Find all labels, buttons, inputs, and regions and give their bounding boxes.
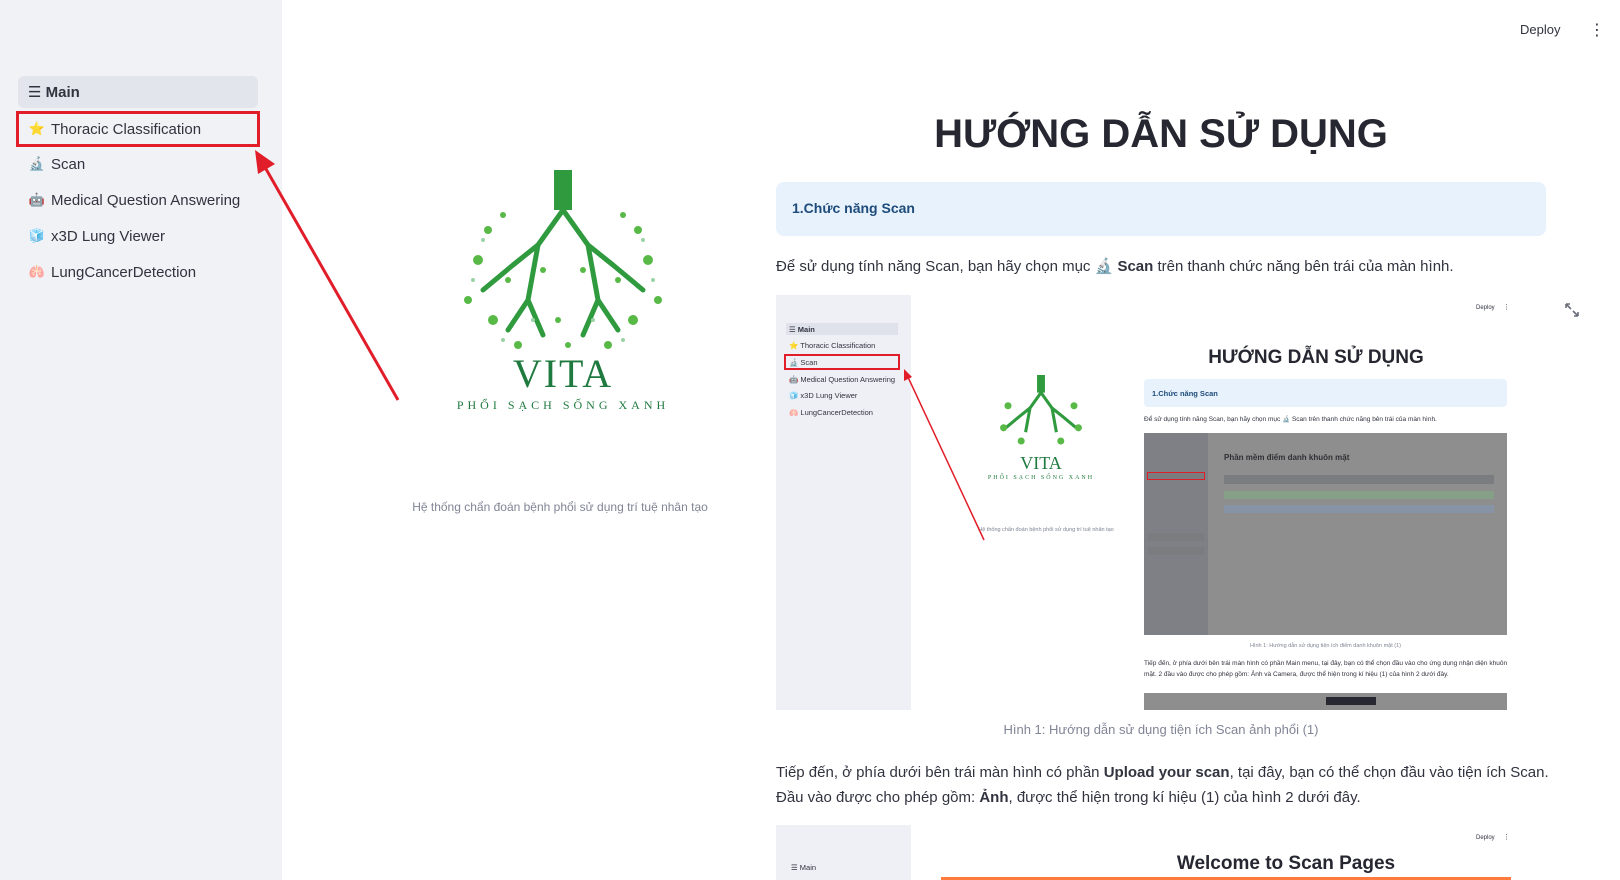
robot-icon: 🤖 — [28, 192, 46, 207]
para-bold: Scan — [1117, 258, 1154, 275]
sidebar-item-label: x3D Lung Viewer — [51, 227, 165, 245]
sidebar-item-label: Thoracic Classification — [51, 120, 202, 138]
sidebar-item-main[interactable]: ☰ Main — [18, 76, 258, 108]
figure-deploy: Deploy — [1476, 835, 1495, 841]
sidebar-item-lung-cancer-detection[interactable]: 🫁 LungCancerDetection — [18, 256, 258, 288]
instruction-paragraph-2: Tiếp đến, ở phía dưới bên trái màn hình … — [776, 760, 1576, 810]
figure-1-screenshot: ☰ Main ⭐ Thoracic Classification 🔬 Scan … — [776, 295, 1511, 710]
microscope-icon: 🔬 — [28, 156, 46, 171]
para-text: trên thanh chức năng bên trái của màn hì… — [1153, 258, 1454, 275]
info-box: 1.Chức năng Scan — [776, 182, 1546, 236]
sidebar: ☰ Main ⭐ Thoracic Classification 🔬 Scan … — [0, 0, 282, 880]
figure-1-caption: Hình 1: Hướng dẫn sử dụng tiện ích Scan … — [1003, 722, 1319, 737]
microscope-icon: 🔬 — [1094, 258, 1114, 275]
figure-red-arrow — [904, 369, 985, 541]
info-box-text: 1.Chức năng Scan — [792, 200, 915, 216]
fullscreen-expand-icon[interactable] — [1564, 302, 1580, 318]
sidebar-item-label: ☰ Main — [28, 84, 80, 101]
kebab-menu-icon[interactable]: ⋮ — [1589, 20, 1605, 40]
cube-icon: 🧊 — [28, 228, 46, 243]
figure-2-screenshot: ☰ Main Deploy ⋮ Welcome to Scan Pages — [776, 825, 1511, 880]
instruction-paragraph-1: Để sử dụng tính năng Scan, bạn hãy chọn … — [776, 254, 1576, 279]
logo-title: VITA — [512, 351, 614, 396]
para-bold: Upload your scan — [1103, 764, 1230, 781]
para-bold: Ảnh — [979, 789, 1009, 806]
sidebar-item-label: Scan — [51, 155, 86, 173]
sidebar-item-3d-lung-viewer[interactable]: 🧊 x3D Lung Viewer — [18, 220, 258, 252]
sidebar-item-thoracic-classification[interactable]: ⭐ Thoracic Classification — [16, 111, 260, 147]
logo-subtitle: PHỔI SẠCH SỐNG XANH — [456, 398, 670, 412]
para-text: Để sử dụng tính năng Scan, bạn hãy chọn … — [776, 258, 1095, 275]
figure-kebab-icon: ⋮ — [1503, 834, 1510, 841]
sidebar-item-medical-qa[interactable]: 🤖 Medical Question Answering — [18, 184, 258, 216]
sidebar-item-label: LungCancerDetection — [51, 263, 197, 281]
logo-caption: Hệ thống chẩn đoán bệnh phổi sử dụng trí… — [412, 500, 708, 514]
page-title: HƯỚNG DẪN SỬ DỤNG — [934, 112, 1388, 156]
figure-sidebar-item: ☰ Main — [791, 863, 817, 872]
star-icon: ⭐ — [28, 121, 46, 136]
sidebar-item-scan[interactable]: 🔬 Scan — [18, 148, 258, 180]
lungs-icon: 🫁 — [28, 264, 46, 279]
sidebar-item-label: Medical Question Answering — [51, 191, 241, 209]
deploy-button[interactable]: Deploy — [1520, 22, 1560, 37]
para-text: Tiếp đến, ở phía dưới bên trái màn hình … — [776, 764, 1104, 781]
para-text: , được thể hiện trong kí hiệu (1) của hì… — [1008, 789, 1361, 806]
figure-title: Welcome to Scan Pages — [1176, 853, 1396, 874]
